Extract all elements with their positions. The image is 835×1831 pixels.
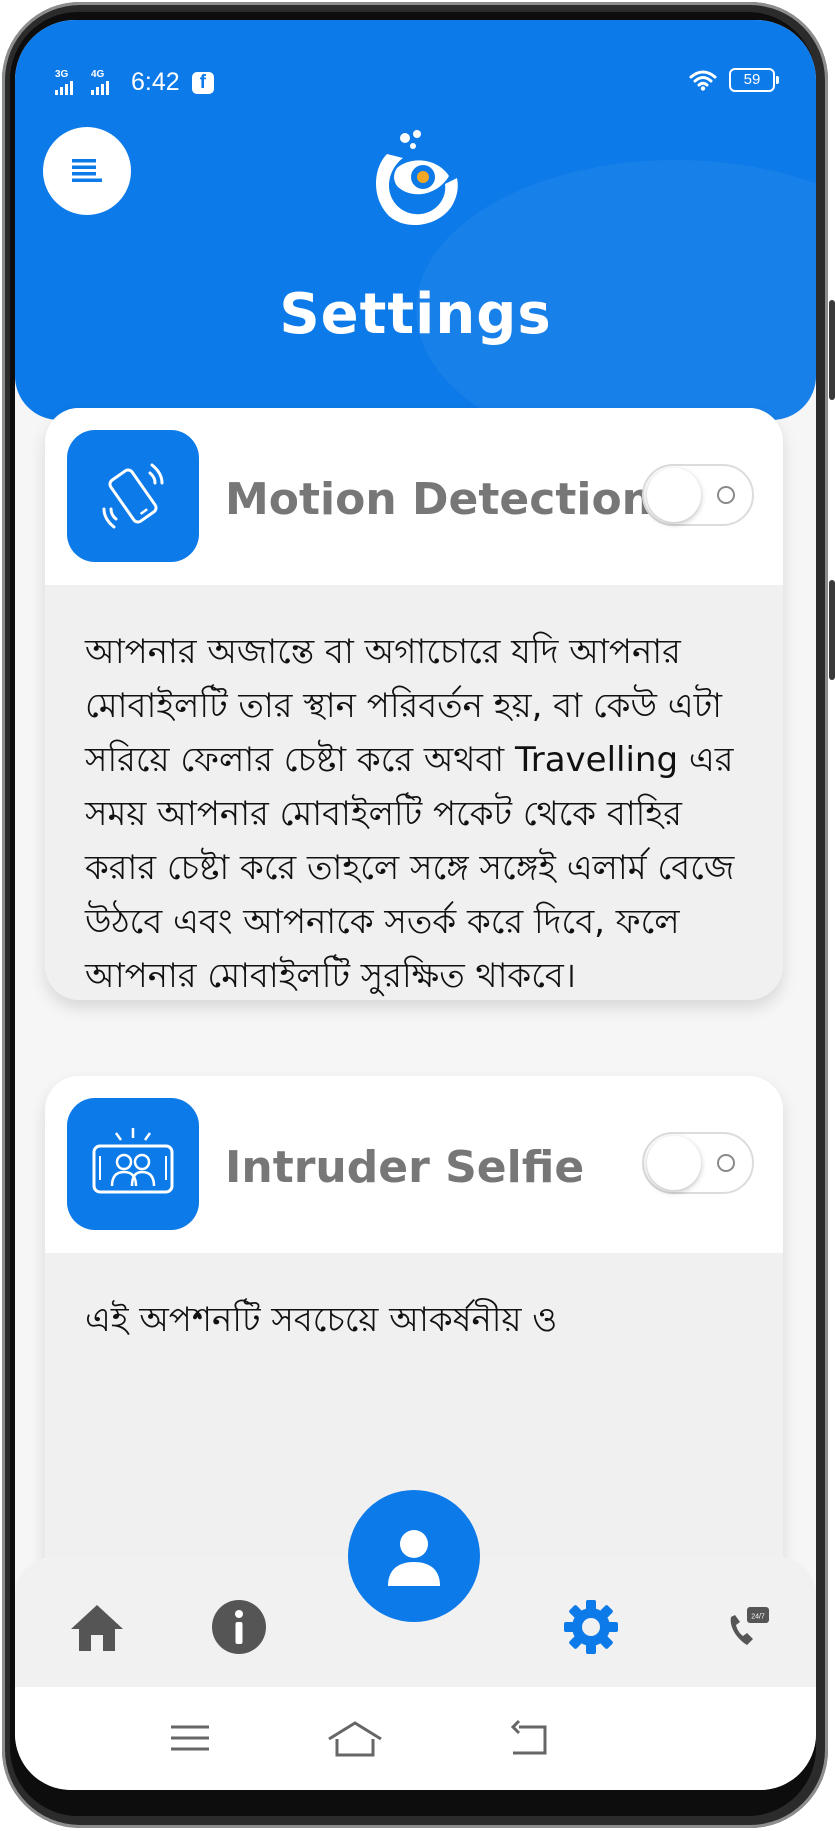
motion-detection-toggle[interactable] bbox=[642, 464, 754, 526]
clock: 6:42 bbox=[131, 68, 180, 96]
toggle-off-indicator bbox=[717, 486, 735, 504]
wifi-icon bbox=[689, 70, 717, 91]
info-button[interactable] bbox=[209, 1597, 269, 1657]
app-logo-icon bbox=[376, 130, 458, 226]
network-3g-icon: 3G bbox=[55, 69, 83, 97]
selfie-camera-icon bbox=[67, 1098, 199, 1230]
phone-vibrate-icon bbox=[67, 430, 199, 562]
settings-icon bbox=[564, 1600, 618, 1654]
motion-detection-card: Motion Detection আপনার অজান্তে বা অগাচোর… bbox=[45, 408, 783, 1000]
header: 3G 4G 6:42 59 bbox=[15, 20, 816, 420]
status-bar: 3G 4G 6:42 59 bbox=[55, 68, 779, 104]
screen: 3G 4G 6:42 59 bbox=[15, 20, 816, 1790]
home-icon bbox=[71, 1605, 123, 1651]
side-button bbox=[829, 580, 835, 680]
info-icon bbox=[212, 1600, 266, 1654]
profile-icon bbox=[388, 1530, 440, 1586]
menu-icon bbox=[72, 159, 102, 182]
support-24-7-icon: 24/7 bbox=[730, 1607, 769, 1645]
card-title: Intruder Selfie bbox=[225, 1142, 585, 1193]
system-home-icon[interactable] bbox=[325, 1715, 385, 1761]
menu-button[interactable] bbox=[43, 127, 131, 215]
toggle-knob bbox=[647, 1136, 701, 1190]
toggle-off-indicator bbox=[717, 1154, 735, 1172]
card-description: এই অপশনটি সবচেয়ে আকর্ষনীয় ও bbox=[85, 1300, 558, 1340]
profile-button[interactable] bbox=[348, 1490, 480, 1622]
home-button[interactable] bbox=[67, 1597, 127, 1657]
network-4g-icon: 4G bbox=[91, 69, 119, 97]
card-description: আপনার অজান্তে বা অগাচোরে যদি আপনার মোবাই… bbox=[85, 632, 735, 996]
toggle-knob bbox=[647, 468, 701, 522]
side-button bbox=[829, 300, 835, 400]
card-title: Motion Detection bbox=[225, 474, 653, 525]
intruder-selfie-toggle[interactable] bbox=[642, 1132, 754, 1194]
page-title: Settings bbox=[279, 282, 552, 347]
back-icon[interactable] bbox=[505, 1715, 555, 1761]
system-navigation-bar bbox=[15, 1687, 816, 1790]
facebook-notification-icon bbox=[191, 71, 214, 94]
recent-apps-icon[interactable] bbox=[165, 1715, 215, 1761]
support-button[interactable]: 24/7 bbox=[717, 1597, 777, 1657]
support-badge-text: 24/7 bbox=[751, 1614, 765, 1621]
settings-button[interactable] bbox=[561, 1597, 621, 1657]
battery-indicator: 59 bbox=[729, 68, 779, 92]
